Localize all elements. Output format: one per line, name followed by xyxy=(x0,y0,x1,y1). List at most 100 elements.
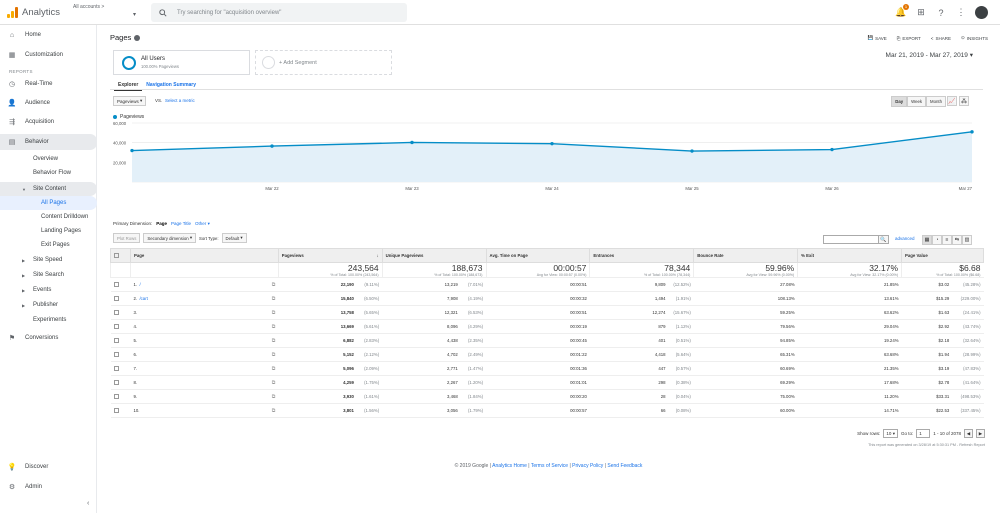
col-bounce-rate[interactable]: Bounce Rate xyxy=(693,248,799,263)
footer-analytics-home-link[interactable]: Analytics Home xyxy=(492,463,527,469)
save-button[interactable]: 💾 SAVE xyxy=(867,35,886,41)
plot-rows-button[interactable]: Plot Rows xyxy=(113,233,141,243)
insights-button[interactable]: ⊙ INSIGHTS xyxy=(961,35,988,41)
sort-type-select[interactable]: Default ▾ xyxy=(221,233,247,243)
row-checkbox[interactable] xyxy=(113,351,119,357)
open-page-icon[interactable]: ⧉ xyxy=(272,296,276,302)
analytics-logo[interactable]: Analytics xyxy=(7,6,71,18)
row-checkbox[interactable] xyxy=(113,323,119,329)
metric-selector[interactable]: Pageviews ▾ xyxy=(113,96,147,106)
sidebar-item-audience[interactable]: 👤 Audience xyxy=(0,96,97,110)
footer-privacy-link[interactable]: Privacy Policy xyxy=(572,463,603,469)
percentage-view-icon[interactable]: ◔ xyxy=(932,235,942,245)
search-bar[interactable]: Try searching for "acquisition overview" xyxy=(151,3,407,22)
table-row[interactable]: 3. ⧉ 13,758 (5.65%) 12,321 (6.53%) 00:00:51… xyxy=(110,305,984,320)
goto-input[interactable]: 1 xyxy=(916,429,931,438)
open-page-icon[interactable]: ⧉ xyxy=(272,352,276,358)
open-page-icon[interactable]: ⧉ xyxy=(272,366,276,372)
segment-all-users[interactable]: All Users 100.00% Pageviews xyxy=(113,50,250,75)
table-row[interactable]: 9. ⧉ 3,930 (1.61%) 3,468 (1.84%) 00:00:20 28… xyxy=(110,389,984,404)
footer-tos-link[interactable]: Terms of Service xyxy=(531,463,568,469)
table-row[interactable]: 6. ⧉ 5,152 (2.12%) 4,702 (2.49%) 00:01:22 4,… xyxy=(110,347,984,362)
sidebar-item-behavior-flow[interactable]: Behavior Flow xyxy=(0,166,97,180)
col-unique-pageviews[interactable]: Unique Pageviews xyxy=(381,248,487,263)
sidebar-item-discover[interactable]: 💡 Discover xyxy=(0,460,97,474)
open-page-icon[interactable]: ⧉ xyxy=(272,380,276,386)
data-view-icon[interactable]: ▦ xyxy=(922,235,932,245)
table-row[interactable]: 5. ⧉ 6,882 (2.83%) 4,438 (2.35%) 00:00:45 40… xyxy=(110,333,984,348)
dimension-page[interactable]: Page xyxy=(156,221,167,227)
table-row[interactable]: 2. /cart ⧉ 15,840 (6.50%) 7,908 (4.19%) 00:0… xyxy=(110,291,984,306)
sidebar-item-behavior[interactable]: ▤ Behavior xyxy=(0,134,97,150)
col-entrances[interactable]: Entrances xyxy=(589,248,695,263)
month-button[interactable]: Month xyxy=(926,96,946,107)
row-checkbox[interactable] xyxy=(113,379,119,385)
notifications-icon[interactable]: 🔔 1 xyxy=(895,3,909,19)
sidebar-item-site-search[interactable]: ▶ Site Search xyxy=(0,268,97,282)
sidebar-item-overview[interactable]: Overview xyxy=(0,152,97,166)
row-checkbox[interactable] xyxy=(113,309,119,315)
dimension-other[interactable]: Other ▾ xyxy=(195,221,210,227)
row-checkbox[interactable] xyxy=(113,337,119,343)
secondary-dimension-select[interactable]: Secondary dimension ▾ xyxy=(143,233,197,243)
row-checkbox[interactable] xyxy=(113,407,119,413)
sidebar-item-admin[interactable]: ⚙ Admin xyxy=(0,480,97,494)
row-checkbox[interactable] xyxy=(113,365,119,371)
col-avg-time[interactable]: Avg. Time on Page xyxy=(485,248,591,263)
col-page[interactable]: Page xyxy=(129,248,279,263)
sidebar-item-home[interactable]: ⌂ Home xyxy=(0,28,97,42)
page-link[interactable]: / xyxy=(139,282,140,287)
comparison-view-icon[interactable]: ⇆ xyxy=(952,235,962,245)
open-page-icon[interactable]: ⧉ xyxy=(272,324,276,330)
sidebar-item-realtime[interactable]: ◷ Real-Time xyxy=(0,77,97,91)
col-pageviews[interactable]: Pageviews ↓ xyxy=(277,248,383,263)
col-exit[interactable]: % Exit xyxy=(797,248,903,263)
performance-view-icon[interactable]: ≡ xyxy=(942,235,952,245)
table-row[interactable]: 7. ⧉ 5,096 (2.09%) 2,771 (1.47%) 00:01:36 44… xyxy=(110,361,984,376)
share-button[interactable]: < SHARE xyxy=(931,35,951,41)
open-page-icon[interactable]: ⧉ xyxy=(272,282,276,288)
account-selector[interactable]: All accounts > ▾ xyxy=(71,2,151,22)
help-icon[interactable]: ? xyxy=(935,7,947,19)
sidebar-item-content-drilldown[interactable]: Content Drilldown xyxy=(0,210,97,224)
sidebar-item-experiments[interactable]: Experiments xyxy=(0,313,97,327)
sidebar-item-customization[interactable]: ▦ Customization xyxy=(0,48,97,62)
day-button[interactable]: Day xyxy=(891,96,908,107)
line-chart-icon[interactable]: 📈 xyxy=(947,96,957,106)
avatar[interactable] xyxy=(975,6,988,19)
sidebar-item-exit-pages[interactable]: Exit Pages xyxy=(0,238,97,252)
open-page-icon[interactable]: ⧉ xyxy=(272,310,276,316)
row-checkbox[interactable] xyxy=(113,281,119,287)
apps-grid-icon[interactable]: ⊞ xyxy=(915,7,927,19)
footer-feedback-link[interactable]: Send Feedback xyxy=(607,463,642,469)
sidebar-item-events[interactable]: ▶ Events xyxy=(0,283,97,297)
select-all-checkbox[interactable] xyxy=(114,252,119,258)
sidebar-item-acquisition[interactable]: ⇶ Acquisition xyxy=(0,115,97,129)
motion-chart-icon[interactable]: ⁂ xyxy=(959,96,969,106)
select-metric-link[interactable]: Select a metric xyxy=(165,98,195,103)
sidebar-item-site-content[interactable]: ▼ Site Content xyxy=(0,182,97,196)
table-row[interactable]: 4. ⧉ 13,669 (5.61%) 8,096 (4.29%) 00:00:19 8… xyxy=(110,319,984,334)
sidebar-item-landing-pages[interactable]: Landing Pages xyxy=(0,224,97,238)
table-row[interactable]: 10. ⧉ 3,801 (1.56%) 3,056 (1.79%) 00:00:57 6… xyxy=(110,403,984,418)
open-page-icon[interactable]: ⧉ xyxy=(272,338,276,344)
table-row[interactable]: 8. ⧉ 4,259 (1.75%) 2,267 (1.20%) 00:01:01 29… xyxy=(110,375,984,390)
add-segment-button[interactable]: + Add Segment xyxy=(255,50,392,75)
col-page-value[interactable]: Page Value xyxy=(901,248,984,263)
advanced-filter-link[interactable]: advanced xyxy=(895,236,915,241)
table-row[interactable]: 1. / ⧉ 22,190 (9.11%) 13,219 (7.01%) 00:00:5… xyxy=(110,277,984,292)
row-checkbox[interactable] xyxy=(113,393,119,399)
sidebar-item-publisher[interactable]: ▶ Publisher xyxy=(0,298,97,312)
page-link[interactable]: /cart xyxy=(139,296,147,301)
prev-page-icon[interactable]: ◀ xyxy=(964,429,973,438)
sidebar-item-site-speed[interactable]: ▶ Site Speed xyxy=(0,253,97,267)
open-page-icon[interactable]: ⧉ xyxy=(272,408,276,414)
date-range-picker[interactable]: Mar 21, 2019 - Mar 27, 2019 ▾ xyxy=(886,51,973,59)
next-page-icon[interactable]: ▶ xyxy=(976,429,985,438)
search-icon[interactable]: 🔍 xyxy=(878,235,889,244)
more-vert-icon[interactable]: ⋮ xyxy=(955,7,967,19)
show-rows-select[interactable]: 10 ▾ xyxy=(883,429,898,438)
export-button[interactable]: ⎘ EXPORT xyxy=(897,35,921,41)
week-button[interactable]: Week xyxy=(907,96,927,107)
collapse-sidebar-icon[interactable]: ‹ xyxy=(87,500,89,507)
